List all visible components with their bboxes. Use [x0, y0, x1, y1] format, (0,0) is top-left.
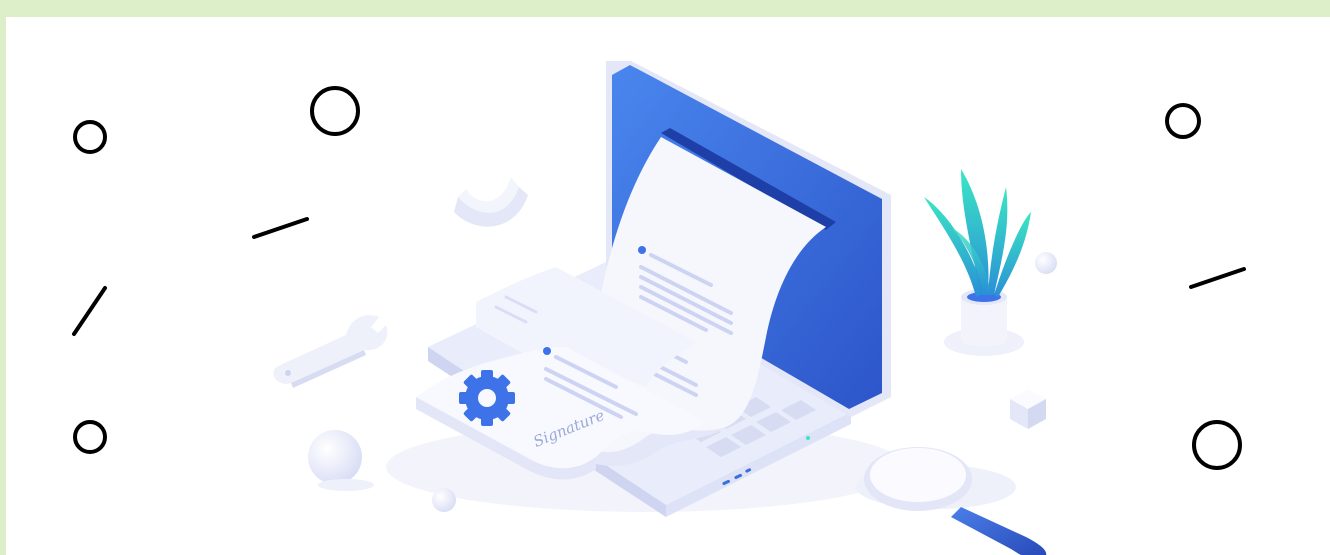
sphere-icon: [1035, 252, 1057, 274]
gear-icon: [459, 370, 515, 426]
decor-line-icon: [1189, 267, 1246, 289]
decor-circle-icon: [1165, 103, 1201, 139]
sphere-icon: [308, 430, 362, 484]
sphere-icon: [432, 488, 456, 512]
decor-circle-icon: [1192, 420, 1242, 470]
ring-icon: [454, 177, 528, 227]
magnifier-icon: [856, 447, 1047, 555]
illustration-scene: Signature: [72, 61, 1246, 555]
plant-icon: [924, 169, 1031, 356]
illustration-frame: Signature: [0, 0, 1330, 555]
wrench-icon: [273, 315, 388, 388]
cube-icon: [1010, 389, 1046, 429]
decor-line-icon: [72, 286, 107, 336]
decor-circle-icon: [73, 420, 107, 454]
decor-circle-icon: [73, 120, 107, 154]
decor-circle-icon: [310, 86, 360, 136]
decor-line-icon: [252, 217, 309, 239]
